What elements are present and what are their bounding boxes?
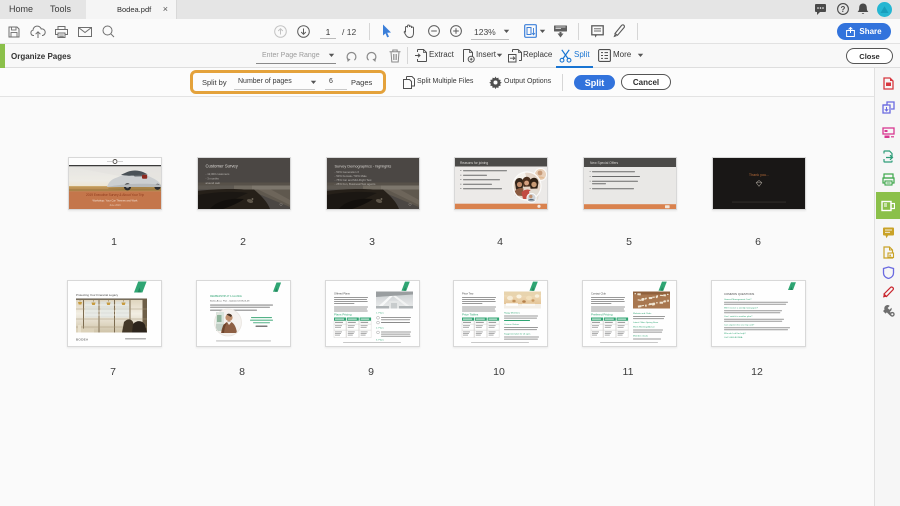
svg-text:2. Plans: 2. Plans	[376, 328, 385, 330]
svg-text:- 25% Fun, Business/Test agent: - 25% Fun, Business/Test agents	[335, 182, 376, 186]
svg-text:Website and Clubs: Website and Clubs	[633, 312, 652, 315]
svg-text:Customer Survey: Customer Survey	[206, 164, 239, 169]
svg-text:COMMON QUESTIONS: COMMON QUESTIONS	[724, 292, 754, 296]
svg-text:Bodea Asso. Plan - Updated 201: Bodea Asso. Plan - Updated 2019-03-08	[210, 300, 250, 303]
svg-text:Call 1-800-BODEA: Call 1-800-BODEA	[724, 336, 743, 339]
svg-text:Offered Plans: Offered Plans	[334, 292, 351, 296]
svg-text:Reasons for joining: Reasons for joining	[460, 161, 488, 165]
svg-text:Thank you...: Thank you...	[749, 173, 769, 177]
svg-text:MEMBERSHIP AT A GLANCE: MEMBERSHIP AT A GLANCE	[210, 295, 242, 298]
svg-text:Who do I call for help?: Who do I call for help?	[724, 332, 747, 335]
svg-text:General Management Cost?: General Management Cost?	[724, 298, 752, 301]
svg-text:BODEA: BODEA	[76, 338, 89, 342]
svg-text:Survey Demographics - highligh: Survey Demographics - highlights	[335, 165, 392, 169]
svg-text:Will I receive a weekly newspa: Will I receive a weekly newspaper?	[724, 307, 759, 310]
svg-text:- 3 months: - 3 months	[206, 177, 220, 181]
svg-text:?: ?	[841, 5, 846, 14]
svg-text:2019 Executive Survey & About: 2019 Executive Survey & About Your Trip	[86, 193, 144, 197]
svg-text:Can anyone else use my card?: Can anyone else use my card?	[724, 324, 755, 327]
svg-text:- 12,000 customers: - 12,000 customers	[206, 172, 231, 176]
svg-text:Workshop: Your Car Themes and: Workshop: Your Car Themes and Work	[93, 199, 139, 203]
svg-text:1. Plans: 1. Plans	[376, 313, 385, 315]
svg-text:3. Plans: 3. Plans	[376, 340, 385, 342]
svg-text:Protecting Your Financial Lega: Protecting Your Financial Legacy	[76, 293, 119, 297]
svg-text:Member emails: Member emails	[633, 335, 649, 338]
svg-text:Latest Offers Spring Store: Latest Offers Spring Store	[633, 321, 659, 324]
svg-text:June 2019: June 2019	[109, 204, 121, 207]
svg-text:Suggested plan for all ages: Suggested plan for all ages	[504, 333, 531, 336]
svg-text:Price Two: Price Two	[462, 292, 474, 296]
svg-text:Plans Pricing: Plans Pricing	[334, 313, 352, 317]
svg-text:Contact Club: Contact Club	[591, 292, 607, 296]
svg-text:Price Tables: Price Tables	[462, 313, 479, 317]
svg-text:Happy Members: Happy Members	[504, 312, 521, 315]
svg-text:Prefered Pricing: Prefered Pricing	[591, 313, 613, 317]
svg-text:around web: around web	[206, 181, 221, 185]
svg-text:Week Meeting Advisor: Week Meeting Advisor	[633, 326, 655, 329]
svg-text:New Special Offers: New Special Offers	[590, 161, 619, 165]
svg-text:Can I switch to another plan?: Can I switch to another plan?	[724, 315, 753, 318]
svg-text:Curious Visitors: Curious Visitors	[504, 323, 520, 326]
